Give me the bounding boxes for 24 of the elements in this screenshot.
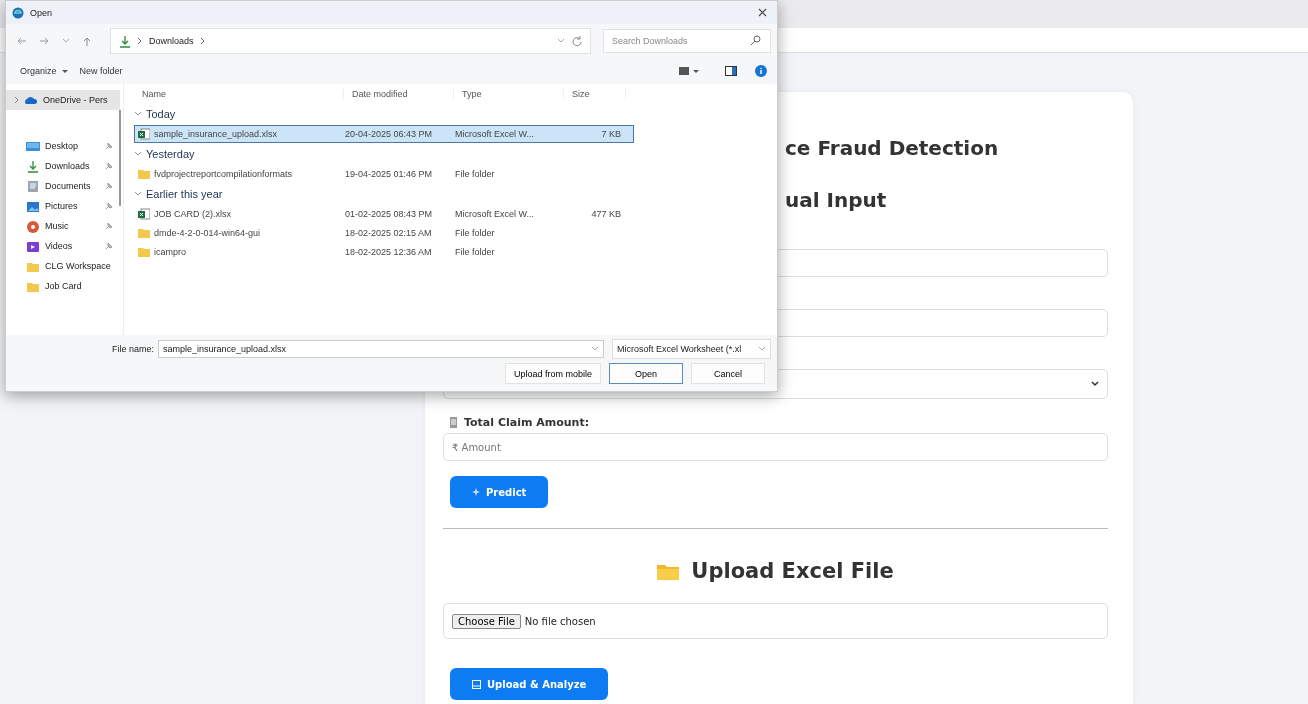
type-cell-text: Microsoft Excel W... [455,209,535,219]
type-cell-text: File folder [455,247,496,257]
file-name: icampro [154,247,186,257]
file-status-text: No file chosen [524,615,596,627]
file-name: dmde-4-2-0-014-win64-gui [154,228,261,238]
type-cell-text: File folder [455,228,496,238]
date-cell-text: 18-02-2025 12:36 AM [345,247,433,257]
date-cell-text: 01-02-2025 08:43 PM [345,209,434,219]
file-name: fvdprojectreportcompilationformats [154,169,293,179]
date-cell-text: 19-04-2025 01:46 PM [345,169,434,179]
type-cell-text: Microsoft Excel W... [455,129,535,139]
type-cell-text: File folder [455,169,496,179]
field-label: Total Claim Amount: [464,415,590,429]
size-cell-text: 7 KB [600,129,622,139]
section-heading: ual Input [785,187,888,214]
page-title: ce Fraud Detection [785,135,1000,162]
field-label: File name: [110,344,154,354]
file-name: JOB CARD (2).xlsx [154,209,231,219]
section-heading: Upload Excel File [691,558,894,585]
date-cell-text: 20-04-2025 06:43 PM [345,129,434,139]
window-title: Open [30,7,54,18]
file-name: sample_insurance_upload.xlsx [154,129,278,139]
date-cell-text: 18-02-2025 02:15 AM [345,228,433,238]
size-cell-text: 477 KB [590,209,622,219]
